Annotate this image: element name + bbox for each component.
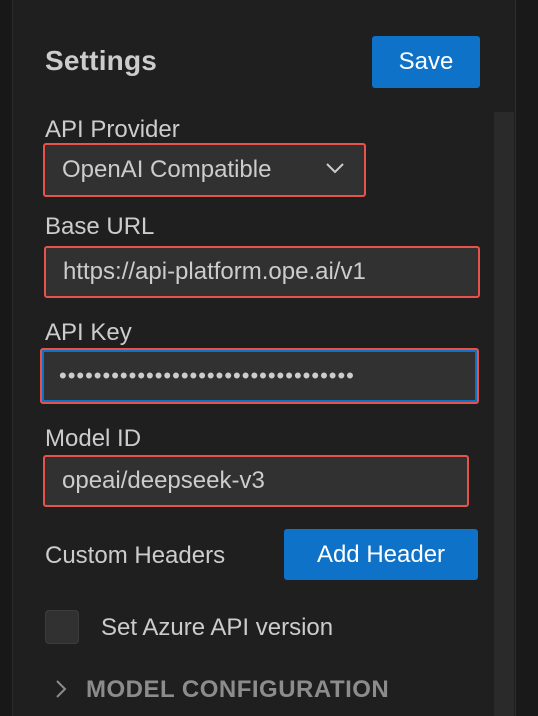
save-button[interactable]: Save <box>372 36 480 88</box>
base-url-label: Base URL <box>45 213 155 240</box>
page-title: Settings <box>45 45 158 76</box>
azure-api-version-checkbox[interactable] <box>45 610 79 644</box>
model-id-value: opeai/deepseek-v3 <box>62 467 265 494</box>
left-edge-strip <box>0 0 13 716</box>
chevron-right-icon[interactable] <box>52 678 70 700</box>
add-header-button[interactable]: Add Header <box>284 529 478 580</box>
right-edge-strip <box>515 0 538 716</box>
base-url-input[interactable]: https://api-platform.ope.ai/v1 <box>44 246 480 298</box>
model-id-input[interactable]: opeai/deepseek-v3 <box>43 455 469 507</box>
api-key-input[interactable]: •••••••••••••••••••••••••••••••••• <box>40 348 479 404</box>
api-provider-value: OpenAI Compatible <box>62 156 272 183</box>
scrollbar[interactable] <box>494 112 514 716</box>
api-provider-select[interactable]: OpenAI Compatible <box>43 143 366 197</box>
base-url-value: https://api-platform.ope.ai/v1 <box>63 258 366 285</box>
azure-api-version-label: Set Azure API version <box>101 614 334 641</box>
model-configuration-section-toggle[interactable]: MODEL CONFIGURATION <box>86 676 389 704</box>
api-key-value: •••••••••••••••••••••••••••••••••• <box>59 363 355 388</box>
custom-headers-label: Custom Headers <box>45 542 226 569</box>
chevron-down-icon <box>326 163 344 174</box>
api-provider-label: API Provider <box>45 116 180 143</box>
api-key-label: API Key <box>45 319 132 346</box>
model-id-label: Model ID <box>45 425 142 452</box>
